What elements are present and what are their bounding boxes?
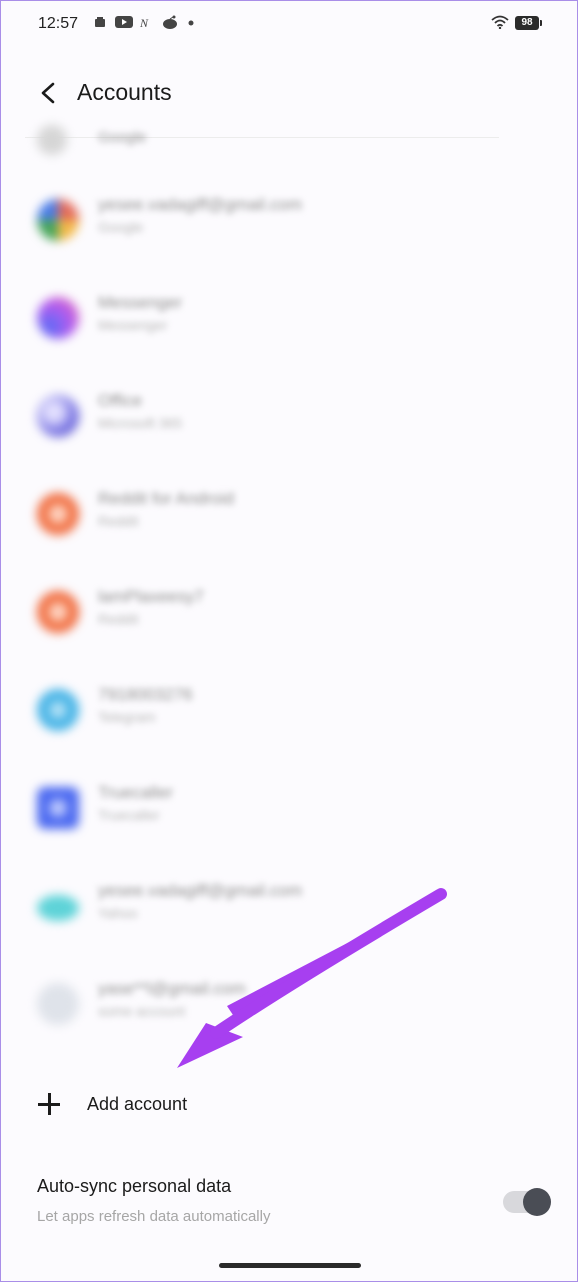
account-type: Google xyxy=(98,219,144,235)
account-avatar xyxy=(37,591,79,633)
account-name: 7918003276 xyxy=(98,685,193,704)
account-name: Truecaller xyxy=(98,783,173,802)
wifi-icon xyxy=(491,15,509,29)
account-type: Messenger xyxy=(98,317,168,333)
account-name: Office xyxy=(98,391,143,410)
account-item[interactable]: Office Microsoft 365 xyxy=(1,375,577,459)
account-item[interactable]: yesee.vadagiff@gmail.com Google xyxy=(1,179,577,263)
account-item[interactable]: Google xyxy=(1,99,577,183)
account-avatar xyxy=(37,895,79,921)
youtube-icon xyxy=(115,16,133,28)
screen-frame: 12:57 N 98 Accounts Google yesee.vadagif… xyxy=(0,0,578,1282)
account-name: yesee.vadagiff@gmail.com xyxy=(98,195,303,214)
account-avatar xyxy=(37,199,79,241)
account-name: Messenger xyxy=(98,293,183,312)
auto-sync-subtitle: Let apps refresh data automatically xyxy=(37,1208,271,1225)
notification-icon xyxy=(95,17,105,27)
account-type: Telegram xyxy=(98,709,156,725)
account-type: Reddit xyxy=(98,611,139,627)
account-name: lamPlaxeesy7 xyxy=(98,587,204,606)
account-item[interactable]: Truecaller Truecaller xyxy=(1,767,577,851)
account-avatar xyxy=(37,787,79,829)
gesture-nav-handle[interactable] xyxy=(219,1263,361,1268)
account-type: Yahoo xyxy=(98,905,138,921)
account-type: Truecaller xyxy=(98,807,160,823)
auto-sync-setting[interactable]: Auto-sync personal data Let apps refresh… xyxy=(1,1161,577,1237)
add-account-button[interactable]: Add account xyxy=(1,1079,577,1131)
accounts-list: Google yesee.vadagiff@gmail.com Google M… xyxy=(1,121,577,1041)
account-type: Microsoft 365 xyxy=(98,415,183,431)
account-item[interactable]: yesee.vadagiff@gmail.com Yahoo xyxy=(1,865,577,949)
account-name: Google xyxy=(98,129,147,146)
battery-icon: 98 xyxy=(515,16,542,30)
account-item[interactable]: yase**l@gmail.com some account xyxy=(1,963,577,1047)
dot-icon xyxy=(188,20,194,26)
account-item[interactable]: lamPlaxeesy7 Reddit xyxy=(1,571,577,655)
account-name: yesee.vadagiff@gmail.com xyxy=(98,881,303,900)
status-bar: 12:57 N 98 xyxy=(1,1,577,47)
svg-text:N: N xyxy=(140,16,149,29)
add-account-label: Add account xyxy=(87,1094,188,1114)
account-avatar xyxy=(37,395,79,437)
account-item[interactable]: Reddit for Android Reddit xyxy=(1,473,577,557)
account-type: some account xyxy=(98,1003,186,1019)
account-avatar xyxy=(37,983,79,1025)
account-item[interactable]: Messenger Messenger xyxy=(1,277,577,361)
account-avatar xyxy=(37,493,79,535)
auto-sync-toggle[interactable] xyxy=(503,1188,551,1216)
account-type: Reddit xyxy=(98,513,139,529)
account-item[interactable]: 7918003276 Telegram xyxy=(1,669,577,753)
account-avatar xyxy=(37,125,67,155)
auto-sync-title: Auto-sync personal data xyxy=(37,1176,232,1196)
account-avatar xyxy=(37,297,79,339)
reddit-icon xyxy=(163,15,177,29)
toggle-knob xyxy=(523,1188,551,1216)
nova-icon: N xyxy=(140,16,149,29)
status-time: 12:57 xyxy=(38,15,79,32)
plus-icon xyxy=(37,1092,61,1116)
account-name: yase**l@gmail.com xyxy=(98,979,246,998)
account-name: Reddit for Android xyxy=(98,489,235,508)
account-avatar xyxy=(37,689,79,731)
